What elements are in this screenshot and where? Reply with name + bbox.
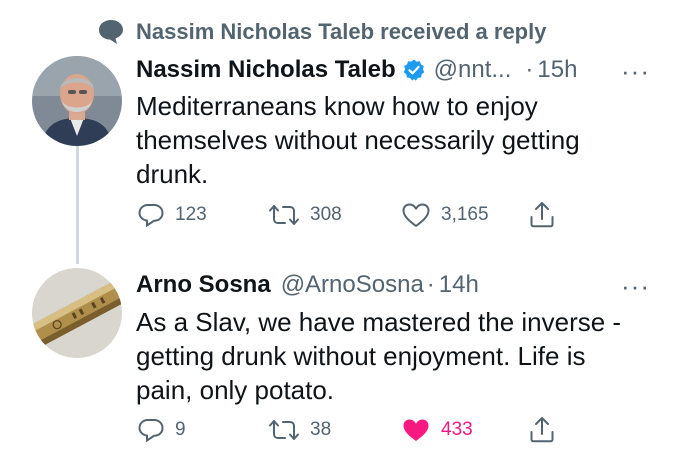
share-icon xyxy=(530,417,554,443)
time-separator: · xyxy=(525,56,534,83)
avatar-photo xyxy=(32,268,122,358)
retweet-button[interactable]: 38 xyxy=(268,416,331,444)
avatar[interactable] xyxy=(32,268,122,358)
thread-connector xyxy=(76,146,79,264)
social-context: Nassim Nicholas Taleb received a reply xyxy=(96,14,546,50)
reply-icon xyxy=(138,204,164,228)
retweet-button[interactable]: 308 xyxy=(268,201,342,229)
author-handle[interactable]: @nnt... xyxy=(434,56,512,84)
tweet-header: Arno Sosna @ArnoSosna · 14h xyxy=(136,268,479,302)
heart-outline-icon xyxy=(402,203,430,227)
tweet-text: Mediterraneans know how to enjoy themsel… xyxy=(136,89,656,191)
tweet-text: As a Slav, we have mastered the inverse … xyxy=(136,305,656,407)
retweet-count: 38 xyxy=(310,419,332,440)
author-name[interactable]: Arno Sosna xyxy=(136,271,271,299)
reply-button[interactable]: 123 xyxy=(137,201,207,229)
tweet-text-line: getting drunk without enjoyment. Life is xyxy=(136,341,586,371)
avatar[interactable] xyxy=(32,56,122,146)
tweet-text-line: As a Slav, we have mastered the inverse … xyxy=(136,307,622,337)
speech-bubble-icon xyxy=(99,20,123,44)
retweet-count: 308 xyxy=(310,204,342,225)
tweet-text-line: drunk. xyxy=(136,159,209,189)
author-handle[interactable]: @ArnoSosna xyxy=(281,271,424,299)
author-name[interactable]: Nassim Nicholas Taleb xyxy=(136,56,396,84)
tweet-text-line: pain, only potato. xyxy=(136,375,335,405)
verified-badge-icon xyxy=(403,59,424,81)
reply-count: 9 xyxy=(175,419,186,440)
retweet-icon xyxy=(269,205,299,225)
like-count: 433 xyxy=(441,419,473,440)
reply-icon xyxy=(138,419,164,443)
like-count: 3,165 xyxy=(441,204,489,225)
tweet-header: Nassim Nicholas Taleb @nnt... · 15h xyxy=(136,53,577,87)
like-button[interactable]: 433 xyxy=(401,416,473,444)
reply-count: 123 xyxy=(175,204,207,225)
share-button[interactable] xyxy=(528,415,556,445)
like-button[interactable]: 3,165 xyxy=(401,201,489,229)
avatar-photo xyxy=(32,56,122,146)
share-icon xyxy=(530,202,554,228)
tweet-text-line: themselves without necessarily getting xyxy=(136,125,580,155)
more-options-icon[interactable]: ··· xyxy=(621,271,650,302)
more-options-icon[interactable]: ··· xyxy=(621,56,650,87)
share-button[interactable] xyxy=(528,200,556,230)
tweet-text-line: Mediterraneans know how to enjoy xyxy=(136,91,538,121)
heart-filled-icon xyxy=(403,419,429,441)
time-separator: · xyxy=(426,271,435,298)
reply-button[interactable]: 9 xyxy=(137,416,186,444)
tweet-time[interactable]: 14h xyxy=(439,271,479,299)
tweet-time[interactable]: 15h xyxy=(537,56,577,84)
retweet-icon xyxy=(269,420,299,440)
context-label: Nassim Nicholas Taleb received a reply xyxy=(136,19,547,44)
